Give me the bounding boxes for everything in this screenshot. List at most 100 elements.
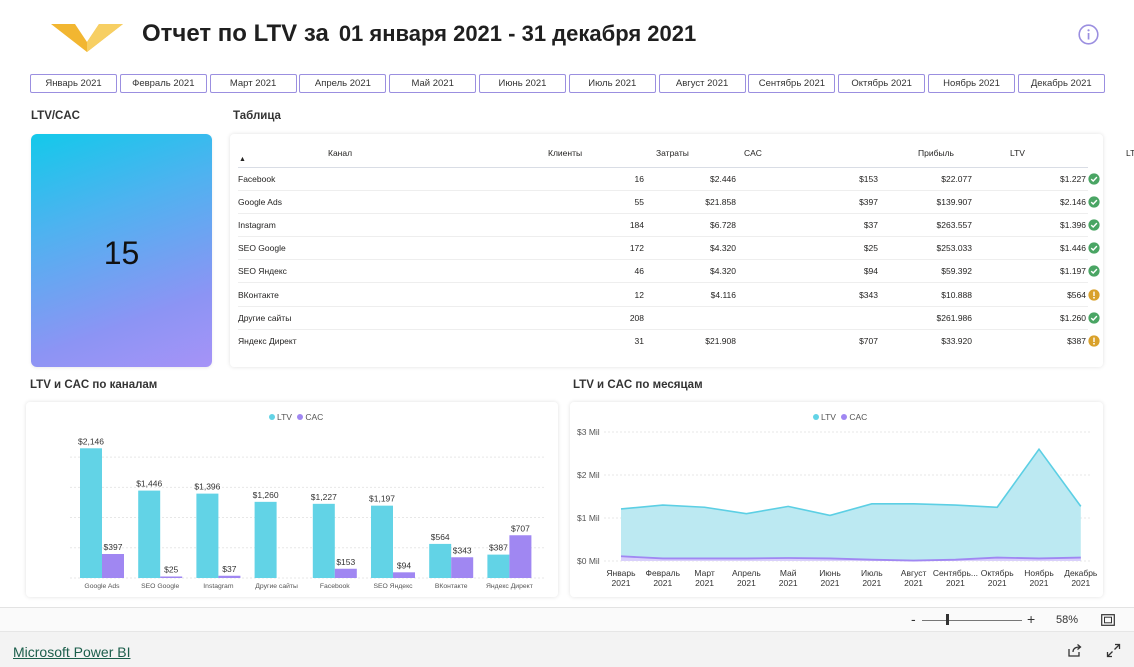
table-cell-clients: 184 bbox=[546, 213, 646, 238]
table-cell-ltv: $1.227 bbox=[974, 167, 1088, 191]
x-axis-tick-label: SEO Яндекс bbox=[373, 583, 413, 590]
ltv-cac-card: 15 bbox=[31, 134, 212, 367]
month-filter-button[interactable]: Май 2021 bbox=[389, 74, 477, 93]
ltv-bar[interactable] bbox=[312, 503, 335, 578]
kpi-label: LTV/CAC bbox=[31, 110, 80, 122]
ltv-bar[interactable] bbox=[196, 493, 219, 578]
legend-ltv-label: LTV bbox=[821, 412, 836, 422]
info-icon[interactable] bbox=[1078, 24, 1099, 45]
cac-bar[interactable] bbox=[218, 575, 241, 578]
month-filter-button[interactable]: Январь 2021 bbox=[30, 74, 117, 93]
ltv-bar[interactable] bbox=[487, 554, 510, 578]
zoom-slider-track[interactable] bbox=[922, 620, 1022, 621]
table-cell-clients: 16 bbox=[546, 167, 646, 191]
month-filter-button[interactable]: Ноябрь 2021 bbox=[928, 74, 1015, 93]
footer: Microsoft Power BI bbox=[0, 631, 1134, 667]
table-cell-clients: 46 bbox=[546, 259, 646, 284]
x-axis-tick-label: Июнь 2021 bbox=[819, 568, 841, 588]
table-cell-channel: Instagram bbox=[238, 213, 546, 238]
ltv-bar[interactable] bbox=[254, 501, 277, 578]
table-cell-channel: Google Ads bbox=[238, 190, 546, 214]
month-filter-button[interactable]: Октябрь 2021 bbox=[838, 74, 926, 93]
table-cell-channel: SEO Яндекс bbox=[238, 259, 546, 284]
table-cell-profit: $263.557 bbox=[880, 213, 974, 238]
table-row[interactable]: SEO Яндекс 46 $4.320 $94 $59.392 $1.197 bbox=[238, 259, 1100, 284]
table-row[interactable]: SEO Google 172 $4.320 $25 $253.033 $1.446 bbox=[238, 236, 1100, 261]
table-row[interactable]: Instagram 184 $6.728 $37 $263.557 $1.396 bbox=[238, 213, 1100, 238]
table-row[interactable]: Яндекс Директ 31 $21.908 $707 $33.920 $387 bbox=[238, 329, 1100, 352]
sort-ascending-icon[interactable]: ▲ bbox=[239, 156, 246, 163]
column-header-ltv[interactable]: LTV bbox=[974, 140, 1088, 168]
month-filter-bar: Январь 2021 Февраль 2021 Март 2021 Апрель 2… bbox=[30, 74, 1105, 94]
ltv-bar[interactable] bbox=[429, 543, 452, 578]
column-header-clients[interactable]: Клиенты bbox=[546, 140, 646, 168]
column-header-cac[interactable]: CAC bbox=[738, 140, 880, 168]
warning-circle-icon bbox=[1088, 335, 1100, 347]
column-header-costs[interactable]: Затраты bbox=[646, 140, 738, 168]
ltv-bar[interactable] bbox=[138, 490, 161, 578]
ltv-bar[interactable] bbox=[80, 448, 102, 578]
check-circle-icon bbox=[1088, 312, 1100, 324]
table-cell-ltv: $1.446 bbox=[974, 236, 1088, 261]
cac-bar[interactable] bbox=[334, 568, 357, 578]
table-cell-cac: $94 bbox=[738, 259, 880, 284]
fit-to-page-icon[interactable] bbox=[1101, 614, 1115, 626]
table-cell-profit: $253.033 bbox=[880, 236, 974, 261]
channels-bar-chart: $2,146 $397 Google Ads $1,446 $25 SEO Google $… bbox=[70, 436, 546, 590]
month-filter-button[interactable]: Март 2021 bbox=[209, 74, 297, 93]
table-cell-costs: $21.858 bbox=[646, 190, 738, 214]
cac-bar[interactable] bbox=[509, 535, 532, 578]
table-cell-cac: $343 bbox=[738, 282, 880, 307]
months-area-chart: $0 Mil $1 Mil $2 Mil $3 Mil Январь 2021 Феврал… bbox=[577, 427, 1098, 588]
table-cell-profit: $261.986 bbox=[880, 306, 974, 330]
y-axis-tick-label: $0 Mil bbox=[577, 556, 600, 566]
month-filter-button[interactable]: Июнь 2021 bbox=[479, 74, 566, 93]
ltv-bar-label: $564 bbox=[431, 532, 450, 542]
channel-table: Канал ▲ Клиенты Затраты CAC Прибыль LTV … bbox=[238, 140, 1134, 353]
zoom-bar: - + 58% bbox=[0, 607, 1134, 631]
legend-ltv-dot bbox=[269, 414, 275, 420]
zoom-slider-thumb[interactable] bbox=[946, 614, 949, 625]
table-row[interactable]: Google Ads 55 $21.858 $397 $139.907 $2.146 bbox=[238, 190, 1100, 214]
table-row[interactable]: ВКонтакте 12 $4.116 $343 $10.888 $564 bbox=[238, 282, 1100, 307]
zoom-in-button[interactable]: + bbox=[1027, 611, 1035, 627]
fullscreen-icon[interactable] bbox=[1106, 643, 1121, 658]
table-cell-cac: $397 bbox=[738, 190, 880, 214]
x-axis-tick-label: Другие сайты bbox=[255, 582, 298, 590]
check-circle-icon bbox=[1088, 172, 1100, 185]
cac-bar[interactable] bbox=[451, 557, 474, 578]
table-cell-profit: $33.920 bbox=[941, 336, 972, 347]
table-cell-cac: $707 bbox=[859, 336, 878, 347]
ltv-bar-label: $1,396 bbox=[194, 482, 220, 492]
month-filter-button[interactable]: Апрель 2021 bbox=[299, 74, 387, 93]
column-header-channel[interactable]: Канал ▲ bbox=[238, 140, 546, 168]
ltv-bar[interactable] bbox=[371, 505, 393, 578]
months-chart-panel: LTV CAC $0 Mil $1 Mil $2 Mil $3 Mil Январь 20… bbox=[570, 402, 1103, 597]
channels-chart-label: LTV и CAC по каналам bbox=[30, 379, 158, 391]
title-text: Отчет по LTV за bbox=[142, 20, 329, 47]
month-filter-button[interactable]: Декабрь 2021 bbox=[1017, 74, 1105, 93]
months-chart-legend: LTV CAC bbox=[810, 412, 867, 422]
date-range: 01 января 2021 - 31 декабря 2021 bbox=[338, 21, 697, 46]
month-filter-button[interactable]: Август 2021 bbox=[658, 74, 746, 93]
x-axis-tick-label: Февраль 2021 bbox=[646, 568, 681, 588]
ltv-bar-label: $2,146 bbox=[78, 436, 104, 446]
month-filter-button[interactable]: Июль 2021 bbox=[568, 74, 656, 93]
month-filter-button[interactable]: Февраль 2021 bbox=[119, 74, 207, 93]
zoom-out-button[interactable]: - bbox=[911, 611, 916, 627]
month-filter-button[interactable]: Сентябрь 2021 bbox=[748, 74, 836, 93]
cac-bar[interactable] bbox=[393, 572, 415, 578]
x-axis-tick-label: Google Ads bbox=[84, 583, 120, 590]
cac-bar[interactable] bbox=[102, 554, 124, 578]
table-cell-profit: $139.907 bbox=[880, 190, 974, 214]
table-cell-channel: SEO Google bbox=[238, 236, 546, 261]
power-bi-link[interactable]: Microsoft Power BI bbox=[13, 644, 130, 660]
x-axis-tick-label: Май 2021 bbox=[779, 568, 798, 588]
table-cell-clients: 31 bbox=[634, 336, 644, 347]
share-icon[interactable] bbox=[1067, 643, 1082, 658]
cac-bar[interactable] bbox=[160, 576, 183, 578]
table-row[interactable]: Другие сайты 208 $261.986 $1.260 bbox=[238, 306, 1100, 330]
table-cell-cac bbox=[738, 306, 880, 330]
column-header-profit[interactable]: Прибыль bbox=[880, 140, 974, 168]
table-row[interactable]: Facebook 16 $2.446 $153 $22.077 $1.227 bbox=[238, 167, 1100, 191]
